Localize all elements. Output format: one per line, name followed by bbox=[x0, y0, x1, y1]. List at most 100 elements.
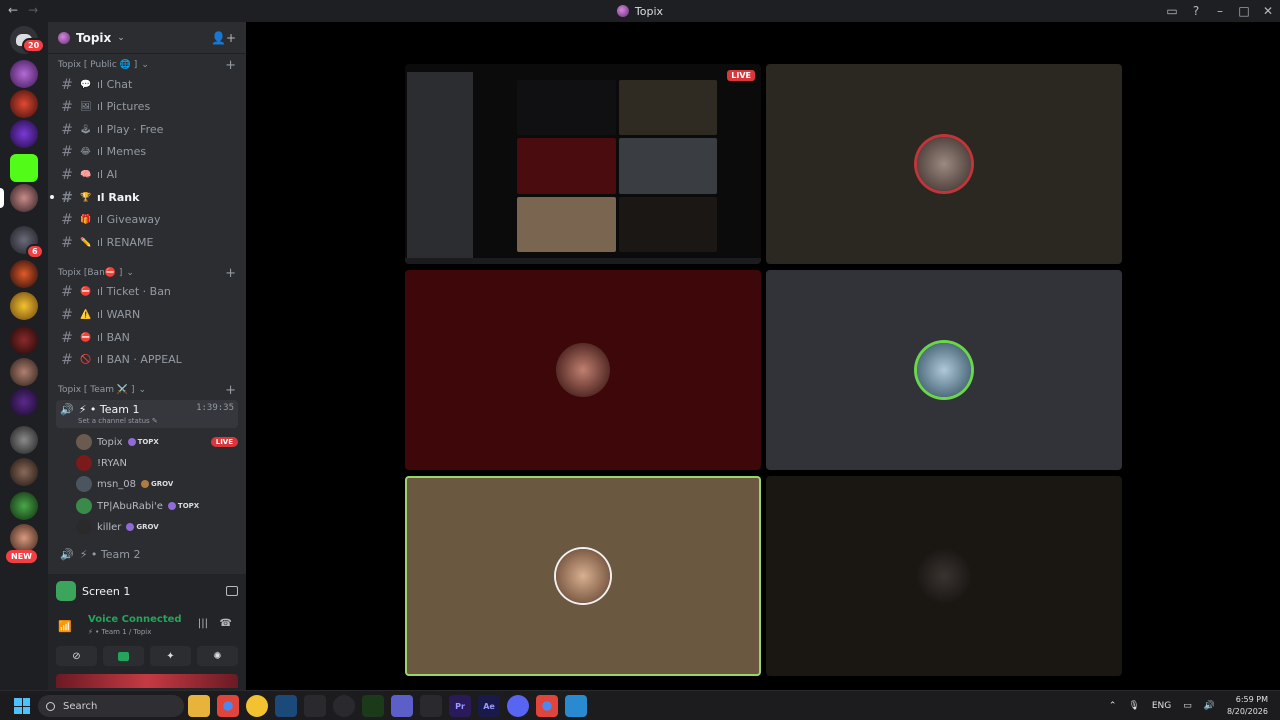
server-icon-1[interactable] bbox=[10, 60, 38, 88]
channel-giveaway[interactable]: # 🎁 ıl Giveaway bbox=[56, 209, 238, 230]
server-icon-10[interactable] bbox=[10, 388, 38, 416]
epic-games-icon[interactable] bbox=[304, 695, 326, 717]
participant-tile[interactable] bbox=[766, 64, 1122, 264]
volume-icon[interactable]: 🔊 bbox=[1204, 701, 1215, 711]
help-icon[interactable]: ? bbox=[1184, 4, 1208, 18]
system-tray: ⌃ 🎙 ENG ▭ 🔊 6:59 PM 8/20/2026 bbox=[1109, 691, 1268, 720]
voice-channel-team-1[interactable]: 🔊 ⚡ • Team 1 1:39:35 Set a channel statu… bbox=[56, 400, 238, 428]
category-label: Topix [ Public 🌐 ] bbox=[58, 60, 138, 70]
signal-icon[interactable]: 📶 bbox=[58, 620, 72, 633]
steam-icon[interactable] bbox=[275, 695, 297, 717]
server-icon-2[interactable] bbox=[10, 90, 38, 118]
participant-tile[interactable] bbox=[766, 270, 1122, 470]
channel-warn[interactable]: # ⚠️ ıl WARN bbox=[56, 304, 238, 325]
channel-status-prompt[interactable]: Set a channel status ✎ bbox=[78, 417, 158, 425]
stream-tile[interactable]: LIVE bbox=[405, 64, 761, 264]
server-icon-3[interactable] bbox=[10, 120, 38, 148]
stop-stream-button[interactable] bbox=[103, 646, 144, 666]
file-explorer-icon[interactable] bbox=[188, 695, 210, 717]
voice-user[interactable]: TP|AbuRabi'e TOPX bbox=[76, 496, 238, 516]
avatar bbox=[917, 343, 971, 397]
category-public[interactable]: Topix [ Public 🌐 ] ⌄ + bbox=[58, 58, 236, 73]
chrome-icon-2[interactable] bbox=[536, 695, 558, 717]
channel-pictures[interactable]: # 🖼 ıl Pictures bbox=[56, 96, 238, 117]
language-indicator[interactable]: ENG bbox=[1152, 701, 1171, 711]
create-channel-icon[interactable]: + bbox=[225, 383, 236, 398]
inbox-icon[interactable]: ▭ bbox=[1160, 4, 1184, 18]
noise-suppression-icon[interactable]: ||| bbox=[198, 618, 208, 629]
channel-ai[interactable]: # 🧠 ıl AI bbox=[56, 164, 238, 185]
premiere-pro-icon[interactable]: Pr bbox=[449, 695, 471, 717]
category-ban[interactable]: Topix [Ban⛔ ] ⌄ + bbox=[58, 266, 236, 281]
user-profile-banner[interactable] bbox=[56, 674, 238, 688]
server-icon-14[interactable] bbox=[10, 524, 38, 552]
voice-channel-team-2[interactable]: 🔊 ⚡ • Team 2 bbox=[60, 545, 238, 563]
server-icon-13[interactable] bbox=[10, 492, 38, 520]
app-icon-green[interactable] bbox=[362, 695, 384, 717]
channel-ban[interactable]: # ⛔ ıl BAN bbox=[56, 327, 238, 348]
server-icon-9[interactable] bbox=[10, 358, 38, 386]
app-icon-x[interactable] bbox=[420, 695, 442, 717]
voice-connected-label[interactable]: Voice Connected bbox=[88, 614, 182, 625]
back-arrow-icon[interactable]: ← bbox=[8, 3, 18, 17]
voice-user[interactable]: Topix TOPX LIVE bbox=[76, 432, 238, 452]
clock[interactable]: 6:59 PM 8/20/2026 bbox=[1227, 694, 1268, 718]
guild-tag-label: TOPX bbox=[177, 502, 200, 510]
discord-icon[interactable] bbox=[507, 695, 529, 717]
channel-emoji: ⛔ bbox=[80, 286, 92, 297]
invite-user-icon[interactable]: 👤+ bbox=[211, 31, 236, 45]
maximize-button[interactable]: □ bbox=[1232, 4, 1256, 18]
server-icon-6[interactable] bbox=[10, 260, 38, 288]
camera-off-button[interactable]: ⊘ bbox=[56, 646, 97, 666]
channel-play-free[interactable]: # 🕹 ıl Play · Free bbox=[56, 119, 238, 140]
network-icon[interactable]: ▭ bbox=[1183, 701, 1192, 711]
create-channel-icon[interactable]: + bbox=[225, 58, 236, 73]
server-icon-8[interactable] bbox=[10, 326, 38, 354]
server-header[interactable]: Topix ⌄ 👤+ bbox=[48, 22, 246, 54]
participant-tile[interactable] bbox=[405, 270, 761, 470]
participant-tile[interactable] bbox=[405, 476, 761, 676]
preview-tile bbox=[618, 138, 717, 194]
screen-share-row[interactable]: Screen 1 bbox=[56, 580, 238, 602]
start-button[interactable] bbox=[14, 698, 30, 714]
server-icon-11[interactable] bbox=[10, 426, 38, 454]
voice-user[interactable]: !RYAN bbox=[76, 453, 238, 473]
after-effects-icon[interactable]: Ae bbox=[478, 695, 500, 717]
channel-memes[interactable]: # 😂 ıl Memes bbox=[56, 141, 238, 162]
voice-location[interactable]: ⚡ • Team 1 / Topix bbox=[88, 628, 151, 636]
category-team[interactable]: Topix [ Team ⚔️ ] ⌄ + bbox=[58, 383, 236, 398]
server-icon-7[interactable] bbox=[10, 292, 38, 320]
app-icon-gear[interactable] bbox=[333, 695, 355, 717]
new-servers-badge[interactable]: NEW bbox=[6, 550, 37, 563]
channel-ban-appeal[interactable]: # 🚫 ıl BAN · APPEAL bbox=[56, 349, 238, 370]
minimize-button[interactable]: – bbox=[1208, 4, 1232, 18]
channel-rank[interactable]: # 🏆 ıl Rank bbox=[50, 187, 238, 208]
chevron-up-icon[interactable]: ⌃ bbox=[1109, 701, 1117, 711]
hash-icon: # bbox=[61, 121, 73, 138]
voice-user[interactable]: msn_08 GROV bbox=[76, 474, 238, 494]
kick-server-icon[interactable] bbox=[10, 154, 38, 182]
server-icon-topix[interactable] bbox=[10, 184, 38, 212]
participant-tile[interactable] bbox=[766, 476, 1122, 676]
soundboard-button[interactable]: ✺ bbox=[197, 646, 238, 666]
voice-user[interactable]: killer GROV bbox=[76, 517, 238, 537]
chrome-icon[interactable] bbox=[217, 695, 239, 717]
app-icon-blue[interactable] bbox=[565, 695, 587, 717]
app-icon-yellow[interactable] bbox=[246, 695, 268, 717]
channel-chat[interactable]: # 💬 ıl Chat bbox=[56, 74, 238, 95]
create-channel-icon[interactable]: + bbox=[225, 266, 236, 281]
hash-icon: # bbox=[61, 166, 73, 183]
live-badge: LIVE bbox=[210, 437, 238, 447]
teams-icon[interactable] bbox=[391, 695, 413, 717]
channel-rename[interactable]: # ✏️ ıl RENAME bbox=[56, 232, 238, 253]
channel-ticket-ban[interactable]: # ⛔ ıl Ticket · Ban bbox=[56, 281, 238, 302]
server-icon-12[interactable] bbox=[10, 458, 38, 486]
activities-button[interactable]: ✦ bbox=[150, 646, 191, 666]
microphone-icon[interactable]: 🎙 bbox=[1128, 701, 1139, 711]
voice-panel: Screen 1 📶 Voice Connected ⚡ • Team 1 / … bbox=[48, 574, 246, 690]
forward-arrow-icon[interactable]: → bbox=[28, 3, 38, 17]
taskbar-search[interactable]: Search bbox=[38, 695, 184, 717]
disconnect-icon[interactable]: ☎ bbox=[220, 618, 232, 629]
popout-icon[interactable] bbox=[226, 586, 238, 596]
close-button[interactable]: ✕ bbox=[1256, 4, 1280, 18]
